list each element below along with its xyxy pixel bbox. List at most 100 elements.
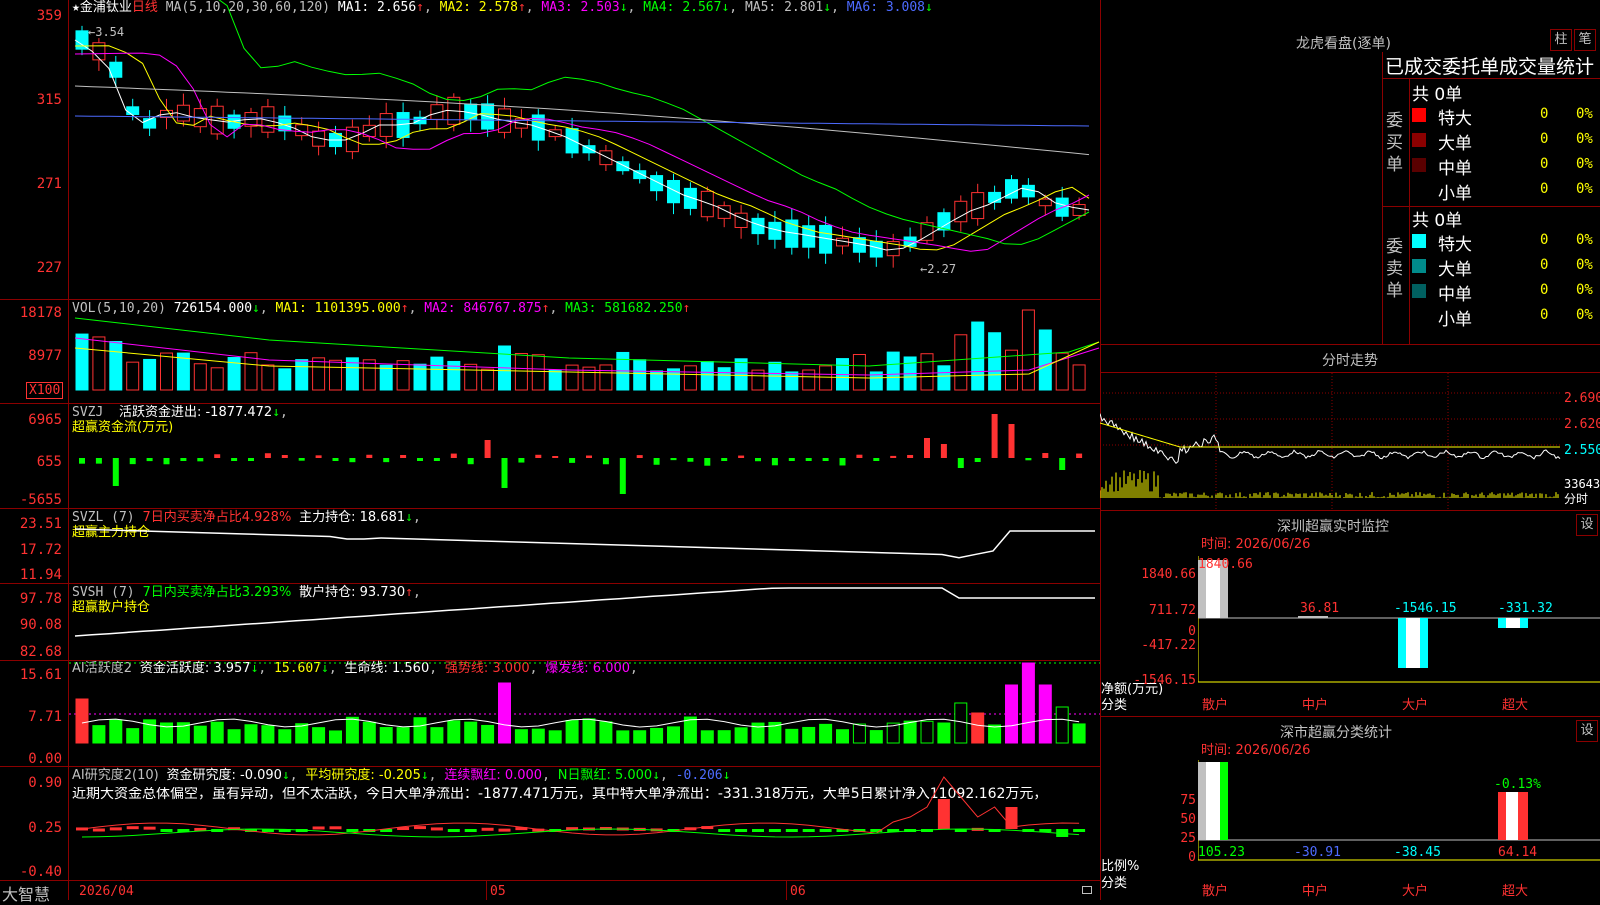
flow-bar <box>383 458 390 463</box>
volume-bar <box>734 358 748 391</box>
fl-ylabel: 比例% <box>1101 859 1140 874</box>
activity-bar <box>329 730 342 744</box>
y-axis-label: -5655 <box>19 492 62 508</box>
candle-body <box>565 128 579 154</box>
volume-bar <box>413 363 427 391</box>
activity-bar <box>1072 723 1086 744</box>
svzl-chart[interactable] <box>69 509 1100 583</box>
cat-label: 中户 <box>1302 884 1329 899</box>
candle-body <box>700 190 714 218</box>
y-axis-label: 82.68 <box>19 644 62 660</box>
volume-bar <box>819 365 833 391</box>
activity-bar <box>109 719 123 744</box>
flow-bar <box>298 458 305 461</box>
research-bar <box>1073 829 1086 832</box>
activity-bar <box>413 717 427 744</box>
flow-bar <box>366 454 373 458</box>
candle-body <box>988 191 1002 203</box>
intraday-chart[interactable] <box>1100 373 1562 510</box>
activity-bar <box>193 725 207 744</box>
ma-line <box>74 45 1090 251</box>
divider <box>1409 78 1410 344</box>
price-line <box>1100 413 1561 465</box>
volume-bar <box>988 332 1002 391</box>
flow-bar <box>112 458 119 486</box>
divider <box>1100 716 1600 717</box>
candle-body <box>1038 198 1052 207</box>
retail-bar <box>1206 762 1220 840</box>
research-bar <box>768 829 781 832</box>
activity-bar <box>514 729 528 744</box>
activity-bar <box>126 728 140 744</box>
cat-label: 中户 <box>1302 698 1329 713</box>
flow-bar <box>197 458 204 462</box>
activity-bar <box>1038 684 1052 744</box>
research-bar <box>735 829 748 832</box>
volume-bar <box>700 361 714 391</box>
sell-row-label: 小单 <box>1438 310 1472 330</box>
candle-body <box>869 240 883 258</box>
divider <box>1382 78 1600 79</box>
super-bar <box>1506 618 1520 628</box>
activity-bar <box>210 721 224 744</box>
activity-bar <box>464 721 478 744</box>
candle-body <box>143 118 157 129</box>
lock-icon[interactable] <box>1082 886 1092 894</box>
flow-bar <box>957 458 964 468</box>
research-bar <box>481 827 494 831</box>
tick-view-button[interactable]: 笔 <box>1574 29 1596 51</box>
activity-bar <box>227 729 241 744</box>
super-bar <box>1506 792 1518 840</box>
research-bar <box>1005 807 1018 829</box>
flow-bar <box>586 455 592 458</box>
activity-bar <box>396 727 410 744</box>
flow-bar <box>129 458 136 465</box>
bar-view-button[interactable]: 柱 <box>1550 29 1572 51</box>
candlestick-chart[interactable] <box>69 0 1100 299</box>
ai-research-chart[interactable] <box>69 767 1100 880</box>
activity-bar <box>447 720 461 744</box>
sell-row-count: 0 <box>1540 282 1549 298</box>
sz-classify-chart[interactable]: 105.23 -30.91 -38.45 64.14 -0.13% <box>1198 760 1600 884</box>
sz-settings-button[interactable]: 设 <box>1576 514 1598 536</box>
sz-ylabel: 净额(万元) <box>1101 682 1164 697</box>
x-axis-date: 2026/04 <box>79 884 134 899</box>
x-axis-date: 06 <box>790 884 806 899</box>
sell-row-percent: 0% <box>1576 232 1593 248</box>
volume-bar <box>531 354 545 391</box>
flow-bar <box>518 458 525 463</box>
volume-bar <box>683 365 697 391</box>
large-value: -38.45 <box>1394 845 1441 860</box>
svsh-chart[interactable] <box>69 584 1100 660</box>
cat-label: 大户 <box>1402 698 1429 713</box>
flow-bar <box>822 458 829 461</box>
buy-total: 共 0单 <box>1412 85 1463 105</box>
svzj-chart[interactable] <box>69 404 1100 508</box>
fl-xcat: 分类 <box>1101 876 1128 891</box>
volume-bar <box>599 364 613 391</box>
flow-bar <box>484 440 491 458</box>
ma-line <box>74 39 1090 251</box>
divider <box>1100 344 1600 345</box>
activity-bar <box>92 725 106 744</box>
flow-bar <box>991 414 998 458</box>
buy-row-percent: 0% <box>1576 181 1593 197</box>
sell-row-percent: 0% <box>1576 257 1593 273</box>
avg-line <box>1100 422 1560 448</box>
research-line <box>81 776 1080 836</box>
candle-body <box>599 150 613 166</box>
volume-chart[interactable] <box>69 300 1100 403</box>
volume-bar <box>261 364 275 391</box>
y-axis-label: 90.08 <box>19 617 62 633</box>
volume-bar <box>514 353 528 391</box>
classify-settings-button[interactable]: 设 <box>1576 720 1598 742</box>
y-axis-label: 227 <box>36 260 62 276</box>
research-bar <box>937 799 950 829</box>
y-axis-label: 25 <box>1180 831 1196 846</box>
sz-net-chart[interactable]: 1840.66 36.81 -1546.15 -331.32 <box>1198 556 1600 716</box>
volume-bar <box>126 361 140 391</box>
flow-bar <box>552 455 559 458</box>
research-bar <box>160 829 173 832</box>
ai-activity-chart[interactable] <box>69 661 1100 766</box>
activity-bar <box>903 720 917 744</box>
